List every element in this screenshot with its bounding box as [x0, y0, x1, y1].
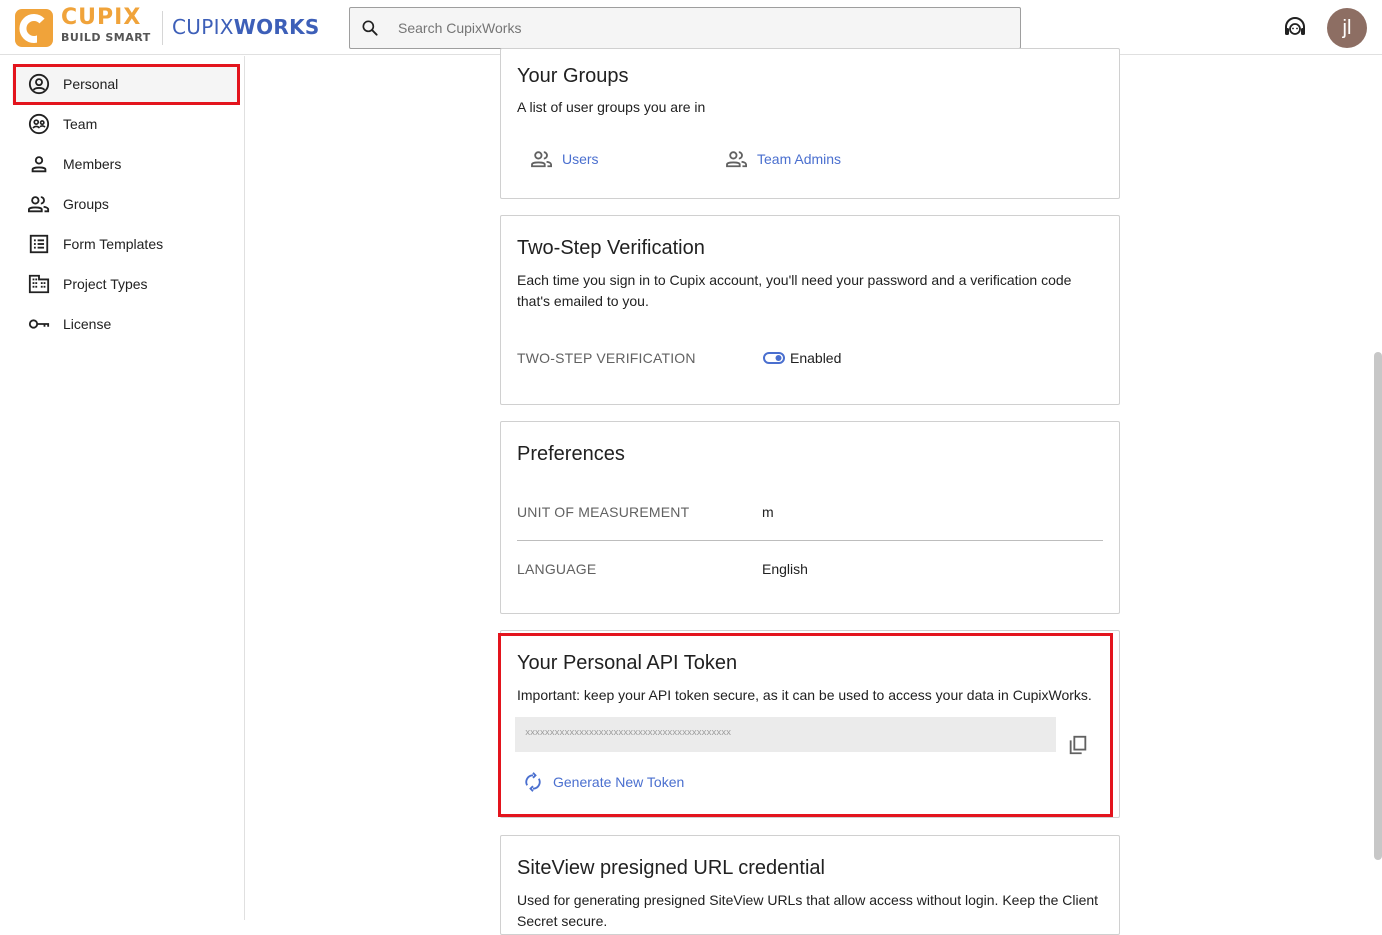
- sidebar-item-project-types[interactable]: Project Types: [12, 264, 240, 304]
- siteview-description: Used for generating presigned SiteView U…: [517, 892, 1099, 929]
- generate-token-button[interactable]: Generate New Token: [523, 772, 684, 792]
- group-users-label: Users: [562, 151, 599, 167]
- groups-description: A list of user groups you are in: [517, 99, 706, 115]
- sidebar-item-label: Team: [63, 116, 98, 132]
- group-team-admins[interactable]: Team Admins: [725, 149, 841, 169]
- two-step-status: Enabled: [790, 350, 842, 366]
- two-step-label: TWO-STEP VERIFICATION: [517, 350, 696, 366]
- cupix-logo-icon[interactable]: [15, 9, 53, 47]
- sidebar-item-form-templates[interactable]: Form Templates: [12, 224, 240, 264]
- language-label: LANGUAGE: [517, 561, 597, 577]
- siteview-title: SiteView presigned URL credential: [517, 857, 825, 879]
- sidebar-item-personal[interactable]: Personal: [12, 64, 240, 104]
- account-circle-icon: [27, 72, 51, 96]
- cupix-logo: CUPIX BUILD SMART: [61, 5, 151, 44]
- generate-token-label: Generate New Token: [553, 774, 685, 790]
- form-list-icon: [27, 232, 51, 256]
- two-step-card: Two-Step Verification Each time you sign…: [500, 215, 1120, 405]
- preferences-title: Preferences: [517, 443, 625, 465]
- sidebar-item-team[interactable]: Team: [12, 104, 240, 144]
- api-token-card: Your Personal API Token Important: keep …: [500, 630, 1120, 818]
- sidebar-item-label: Personal: [63, 76, 119, 92]
- search-input[interactable]: [398, 8, 998, 48]
- refresh-icon: [525, 772, 541, 792]
- siteview-card: SiteView presigned URL credential Used f…: [500, 835, 1120, 935]
- support-headset-icon[interactable]: [1282, 15, 1308, 41]
- person-icon: [27, 152, 51, 176]
- brand-bold: WORKS: [233, 15, 320, 39]
- people-icon: [27, 192, 51, 216]
- search-icon: [362, 20, 378, 36]
- two-step-toggle[interactable]: Enabled: [763, 350, 841, 366]
- group-team-admins-label: Team Admins: [757, 151, 842, 167]
- api-token-title: Your Personal API Token: [517, 652, 738, 674]
- two-step-description: Each time you sign in to Cupix account, …: [517, 272, 1072, 309]
- team-icon: [27, 112, 51, 136]
- group-users[interactable]: Users: [530, 149, 599, 169]
- preferences-divider: [517, 540, 1103, 541]
- search-bar[interactable]: [349, 7, 1021, 49]
- sidebar-item-label: Project Types: [63, 276, 148, 292]
- sidebar-item-label: Form Templates: [63, 236, 164, 252]
- language-value[interactable]: English: [762, 561, 808, 577]
- preferences-card: Preferences UNIT OF MEASUREMENT m LANGUA…: [500, 421, 1120, 614]
- sidebar-item-groups[interactable]: Groups: [12, 184, 240, 224]
- api-token-value: xxxxxxxxxxxxxxxxxxxxxxxxxxxxxxxxxxxxxxxx…: [525, 728, 731, 738]
- logo-divider: [162, 11, 163, 45]
- sidebar-item-label: Groups: [63, 196, 109, 212]
- copy-icon[interactable]: [1067, 734, 1089, 756]
- unit-label: UNIT OF MEASUREMENT: [517, 504, 690, 520]
- logo-tagline: BUILD SMART: [61, 31, 151, 44]
- page-scrollbar[interactable]: [1374, 352, 1382, 860]
- toggle-on-icon: [763, 352, 785, 364]
- groups-title: Your Groups: [517, 65, 629, 87]
- unit-value[interactable]: m: [762, 504, 774, 520]
- key-icon: [27, 312, 51, 336]
- cupixworks-brand[interactable]: CUPIXWORKS: [172, 15, 320, 39]
- api-token-description: Important: keep your API token secure, a…: [517, 687, 1092, 703]
- sidebar: Personal Team Members Groups Form Templa…: [0, 56, 245, 920]
- building-icon: [27, 272, 51, 296]
- people-icon: [531, 151, 552, 168]
- sidebar-item-members[interactable]: Members: [12, 144, 240, 184]
- sidebar-item-label: Members: [63, 156, 122, 172]
- sidebar-item-label: License: [63, 316, 112, 332]
- brand-light: CUPIX: [172, 15, 234, 39]
- logo-name: CUPIX: [61, 5, 142, 30]
- two-step-title: Two-Step Verification: [517, 237, 705, 259]
- top-header: CUPIX BUILD SMART CUPIXWORKS jl: [0, 0, 1382, 55]
- groups-card: Your Groups A list of user groups you ar…: [500, 48, 1120, 199]
- api-token-field[interactable]: xxxxxxxxxxxxxxxxxxxxxxxxxxxxxxxxxxxxxxxx…: [515, 717, 1056, 752]
- sidebar-item-license[interactable]: License: [12, 304, 240, 344]
- people-icon: [726, 151, 747, 168]
- user-avatar[interactable]: jl: [1327, 8, 1367, 48]
